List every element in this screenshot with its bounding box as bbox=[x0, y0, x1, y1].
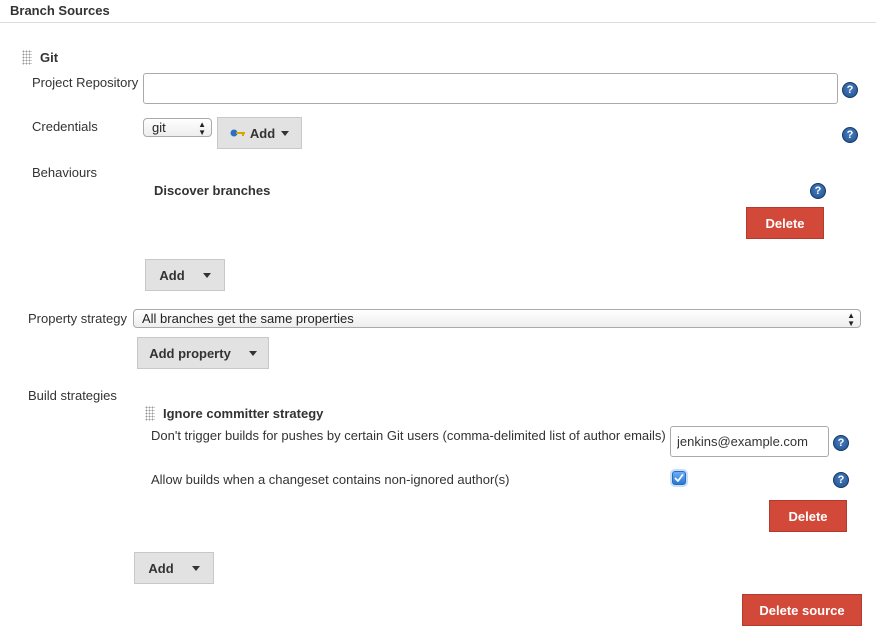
drag-handle-icon[interactable] bbox=[145, 406, 155, 421]
add-property-button[interactable]: Add property bbox=[137, 337, 269, 369]
delete-build-strategy-button[interactable]: Delete bbox=[769, 500, 847, 532]
help-icon[interactable]: ? bbox=[810, 183, 826, 199]
credentials-label: Credentials bbox=[32, 119, 98, 134]
select-arrows-icon: ▲ ▼ bbox=[847, 311, 855, 328]
ignored-users-input[interactable] bbox=[670, 426, 829, 457]
add-property-label: Add property bbox=[149, 345, 231, 361]
property-strategy-selected-value: All branches get the same properties bbox=[142, 311, 354, 326]
discover-branches-title: Discover branches bbox=[154, 183, 271, 198]
credentials-selected-value: git bbox=[152, 120, 166, 135]
help-icon[interactable]: ? bbox=[833, 472, 849, 488]
delete-behaviour-button[interactable]: Delete bbox=[746, 207, 824, 239]
section-title: Branch Sources bbox=[10, 3, 110, 18]
add-build-strategy-label: Add bbox=[148, 560, 174, 576]
allow-builds-label: Allow builds when a changeset contains n… bbox=[151, 472, 510, 487]
delete-source-button[interactable]: Delete source bbox=[742, 594, 862, 626]
help-icon[interactable]: ? bbox=[833, 435, 849, 451]
credentials-select[interactable]: git ▲ ▼ bbox=[143, 118, 212, 137]
add-credentials-label: Add bbox=[249, 125, 276, 141]
allow-builds-checkbox[interactable] bbox=[672, 471, 686, 485]
drag-handle-icon[interactable] bbox=[22, 50, 32, 65]
property-strategy-label: Property strategy bbox=[28, 311, 127, 326]
key-icon bbox=[230, 126, 246, 141]
add-behaviour-button[interactable]: Add bbox=[145, 259, 225, 291]
help-icon[interactable]: ? bbox=[842, 127, 858, 143]
build-strategies-label: Build strategies bbox=[28, 388, 117, 403]
project-repository-input[interactable] bbox=[143, 73, 838, 104]
project-repository-label: Project Repository bbox=[32, 75, 139, 90]
help-icon[interactable]: ? bbox=[842, 82, 858, 98]
add-build-strategy-button[interactable]: Add bbox=[134, 552, 214, 584]
section-divider bbox=[0, 22, 876, 23]
ignored-users-label: Don't trigger builds for pushes by certa… bbox=[151, 428, 666, 443]
caret-down-icon bbox=[202, 272, 211, 278]
caret-down-icon bbox=[281, 130, 290, 136]
select-arrows-icon: ▲ ▼ bbox=[198, 120, 206, 137]
property-strategy-select[interactable]: All branches get the same properties ▲ ▼ bbox=[133, 309, 861, 328]
add-behaviour-label: Add bbox=[159, 267, 185, 283]
check-icon bbox=[674, 474, 684, 482]
git-source-title: Git bbox=[40, 50, 59, 65]
caret-down-icon bbox=[191, 565, 200, 571]
behaviours-label: Behaviours bbox=[32, 165, 98, 180]
ignore-committer-strategy-title: Ignore committer strategy bbox=[163, 406, 324, 421]
add-credentials-button[interactable]: Add bbox=[217, 117, 302, 149]
caret-down-icon bbox=[248, 350, 257, 356]
